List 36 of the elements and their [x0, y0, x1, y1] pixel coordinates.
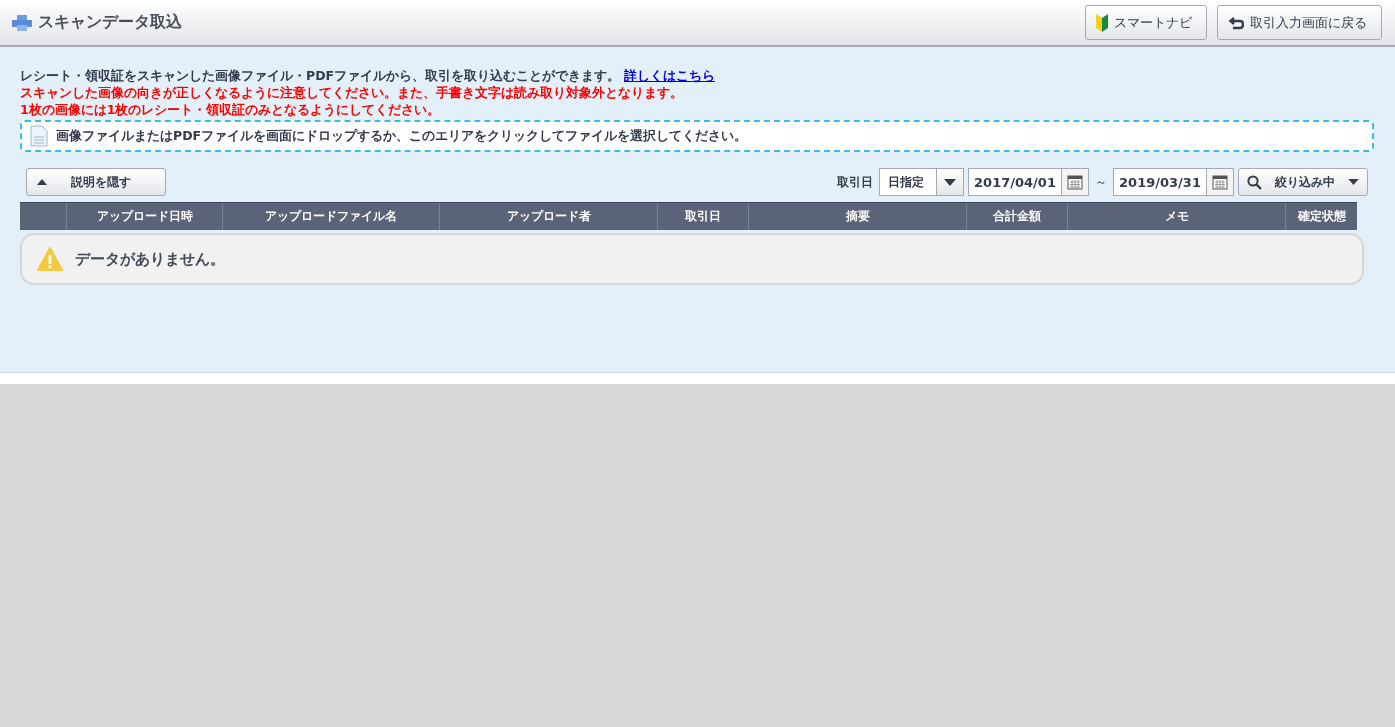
column-header: アップロード者: [439, 203, 657, 230]
file-drop-zone[interactable]: 画像ファイルまたはPDFファイルを画面にドロップするか、このエリアをクリックしてファイルを選択してください。: [20, 120, 1374, 152]
column-header: アップロード日時: [66, 203, 222, 230]
search-icon: [1247, 174, 1262, 190]
empty-message: データがありません。: [75, 249, 225, 269]
page-title: スキャンデータ取込: [38, 12, 182, 33]
description-text: スキャンした画像の向きが正しくなるように注意してください。また、手書き文字は読み取り対象外となります。: [20, 84, 683, 101]
caret-down-icon: [944, 178, 956, 186]
hide-description-button[interactable]: 説明を隠す: [26, 168, 166, 196]
range-separator: ～: [1095, 173, 1107, 191]
column-header: 取引日: [657, 203, 748, 230]
details-link[interactable]: 詳しくはこちら: [624, 67, 716, 84]
caret-down-icon: [1348, 179, 1359, 185]
caret-up-icon: [37, 179, 47, 185]
header-button[interactable]: スマートナビ: [1085, 5, 1207, 40]
description-text: 1枚の画像には1枚のレシート・領収証のみとなるようにしてください。: [20, 101, 441, 118]
leaf-icon: [1096, 13, 1108, 32]
date-from-field[interactable]: 2017/04/01: [968, 168, 1089, 196]
return-arrow-icon: [1228, 15, 1244, 30]
scanner-icon: [12, 14, 32, 31]
header-button[interactable]: 取引入力画面に戻る: [1217, 5, 1382, 40]
description-text: レシート・領収証をスキャンした画像ファイル・PDFファイルから、取引を取り込むことができます。: [20, 67, 621, 84]
column-header: アップロードファイル名: [222, 203, 439, 230]
warning-icon: [37, 247, 63, 271]
filter-button[interactable]: 絞り込み中: [1238, 168, 1368, 196]
column-header: メモ: [1067, 203, 1285, 230]
drop-zone-text: 画像ファイルまたはPDFファイルを画面にドロップするか、このエリアをクリックしてファイルを選択してください。: [56, 127, 748, 145]
calendar-icon: [1212, 174, 1228, 190]
date-mode-select[interactable]: 日指定: [879, 168, 964, 196]
calendar-icon: [1067, 174, 1083, 190]
column-header: 摘要: [748, 203, 966, 230]
document-icon: [30, 125, 48, 147]
filter-label: 取引日: [837, 173, 873, 191]
column-header: 確定状態: [1285, 203, 1357, 230]
date-to-field[interactable]: 2019/03/31: [1113, 168, 1234, 196]
column-header: 合計金額: [966, 203, 1067, 230]
